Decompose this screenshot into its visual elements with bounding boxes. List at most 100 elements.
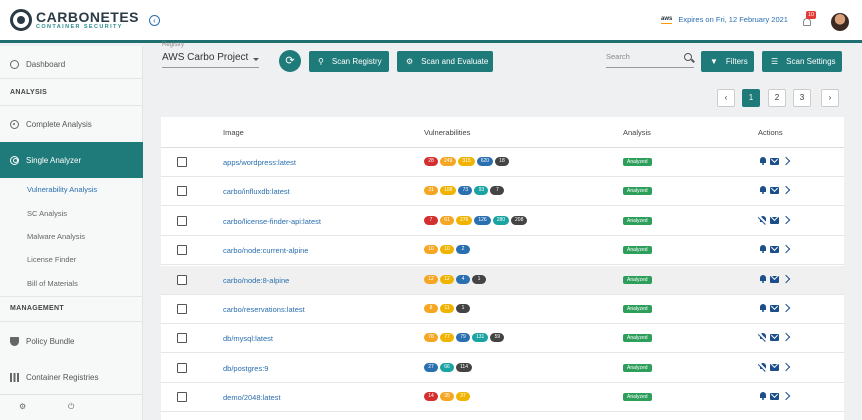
row-checkbox[interactable] xyxy=(177,362,187,373)
chevron-right-icon[interactable] xyxy=(781,391,791,401)
sidebar-item-container-registries[interactable]: Container Registries xyxy=(0,367,143,387)
mail-icon[interactable] xyxy=(770,275,779,283)
row-checkbox[interactable] xyxy=(177,274,187,285)
search-icon[interactable] xyxy=(684,53,692,61)
vulnerability-pill-high[interactable]: 78 xyxy=(424,333,438,343)
mail-icon[interactable] xyxy=(770,158,779,165)
vulnerability-pill-med[interactable]: 108 xyxy=(440,186,457,196)
vulnerability-pill-neg[interactable]: 1 xyxy=(472,274,486,284)
registry-select[interactable]: AWS Carbo Project xyxy=(162,52,259,68)
vulnerability-pill-neg[interactable]: 7 xyxy=(490,186,505,196)
sidebar-item-complete-analysis[interactable]: Complete Analysis xyxy=(0,114,143,134)
vulnerability-pill-neg[interactable]: 1 xyxy=(456,304,470,313)
vulnerability-pill-med[interactable]: 315 xyxy=(458,157,475,166)
scan-registry-button[interactable]: ⚲ Scan Registry xyxy=(309,51,389,72)
sidebar-subitem-sc-analysis[interactable]: SC Analysis xyxy=(27,209,67,218)
bell-icon[interactable] xyxy=(759,245,767,254)
row-checkbox[interactable] xyxy=(177,245,187,256)
page-next-button[interactable]: › xyxy=(821,89,839,107)
chevron-right-icon[interactable] xyxy=(781,156,791,166)
bell-off-icon[interactable] xyxy=(759,215,767,224)
vulnerability-pill-med[interactable]: 12 xyxy=(440,274,454,284)
vulnerability-pill-low[interactable]: 27 xyxy=(424,362,438,372)
table-row[interactable]: demo/2048:latest 14 35 37 Analyzed xyxy=(161,383,844,413)
mail-icon[interactable] xyxy=(770,334,779,342)
row-checkbox[interactable] xyxy=(177,157,187,167)
sidebar-item-single-analyzer[interactable]: Single Analyzer xyxy=(0,142,143,178)
bell-off-icon[interactable] xyxy=(759,333,767,341)
sidebar-subitem-license-finder[interactable]: License Finder xyxy=(27,255,76,264)
vulnerability-pill-low[interactable]: 620 xyxy=(476,157,494,166)
sidebar-item-policy-bundle[interactable]: Policy Bundle xyxy=(0,331,143,351)
bell-icon[interactable] xyxy=(759,304,767,312)
refresh-button[interactable]: ⟳ xyxy=(279,50,301,72)
bell-icon[interactable] xyxy=(759,392,767,401)
bell-icon[interactable] xyxy=(759,186,767,195)
vulnerability-pill-info[interactable]: 280 xyxy=(492,215,510,225)
vulnerability-pill-med[interactable]: 77 xyxy=(440,333,454,343)
chevron-right-icon[interactable] xyxy=(781,303,791,313)
page-button-2[interactable]: 2 xyxy=(768,89,786,107)
image-link[interactable]: demo/2048:latest xyxy=(223,393,281,402)
vulnerability-pill-neg[interactable]: 208 xyxy=(511,215,528,225)
chevron-right-icon[interactable] xyxy=(781,244,791,254)
vulnerability-pill-crit[interactable]: 7 xyxy=(424,215,438,225)
table-row[interactable]: db/mysql:latest 78 77 79 131 59 Analyzed xyxy=(161,324,844,354)
vulnerability-pill-high[interactable]: 10 xyxy=(424,245,438,255)
image-link[interactable]: carbo/node:8-alpine xyxy=(223,276,289,285)
vulnerability-pill-low[interactable]: 126 xyxy=(474,215,491,225)
bell-off-icon[interactable] xyxy=(759,362,767,371)
chevron-right-icon[interactable] xyxy=(781,274,791,283)
table-row[interactable]: carbo/reservations:latest 8 11 1 Analyzed xyxy=(161,295,844,324)
vulnerability-pill-med[interactable]: 11 xyxy=(440,304,454,313)
vulnerability-pill-high[interactable]: 31 xyxy=(424,186,438,196)
collapse-sidebar-button[interactable]: ‹ xyxy=(149,15,160,26)
row-checkbox[interactable] xyxy=(177,304,187,314)
page-button-1[interactable]: 1 xyxy=(742,89,760,107)
vulnerability-pill-med[interactable]: 276 xyxy=(456,215,473,225)
vulnerability-pill-med[interactable]: 10 xyxy=(440,245,454,255)
vulnerability-pill-high[interactable]: 61 xyxy=(440,215,454,225)
sidebar-item-dashboard[interactable]: Dashboard xyxy=(0,54,143,74)
page-button-3[interactable]: 3 xyxy=(793,89,811,107)
scan-and-evaluate-button[interactable]: ⚙ Scan and Evaluate xyxy=(397,51,493,72)
mail-icon[interactable] xyxy=(770,305,779,312)
vulnerability-pill-neg[interactable]: 114 xyxy=(456,362,472,372)
vulnerability-pill-med[interactable]: 37 xyxy=(456,392,470,402)
table-row[interactable]: carbo/node:8-alpine 12 12 4 1 Analyzed xyxy=(161,265,844,295)
vulnerability-pill-low[interactable]: 4 xyxy=(456,274,470,284)
vulnerability-pill-high[interactable]: 8 xyxy=(424,304,438,313)
vulnerability-pill-info[interactable]: 66 xyxy=(440,362,454,372)
power-icon[interactable]: ⏻ xyxy=(68,403,76,411)
vulnerability-pill-crit[interactable]: 14 xyxy=(424,392,438,402)
settings-icon[interactable]: ⚙ xyxy=(19,403,27,411)
image-link[interactable]: carbo/node:current-alpine xyxy=(223,246,308,255)
row-checkbox[interactable] xyxy=(177,186,187,197)
carbonetes-logo[interactable]: CARBONETES CONTAINER SECURITY xyxy=(10,9,139,31)
row-checkbox[interactable] xyxy=(177,333,187,344)
search-input[interactable] xyxy=(606,52,676,61)
sidebar-subitem-bill-of-materials[interactable]: Bill of Materials xyxy=(27,279,78,288)
sidebar-subitem-malware-analysis[interactable]: Malware Analysis xyxy=(27,232,85,241)
table-row[interactable]: apps/wordpress:latest 28 249 315 620 18 Analyz… xyxy=(161,148,844,177)
mail-icon[interactable] xyxy=(770,246,779,254)
vulnerability-pill-info[interactable]: 131 xyxy=(472,333,489,343)
mail-icon[interactable] xyxy=(770,216,779,224)
image-link[interactable]: db/postgres:9 xyxy=(223,364,268,373)
chevron-right-icon[interactable] xyxy=(781,333,791,342)
mail-icon[interactable] xyxy=(770,187,779,195)
mail-icon[interactable] xyxy=(770,363,779,371)
image-link[interactable]: carbo/license-finder-api:latest xyxy=(223,217,321,226)
vulnerability-pill-high[interactable]: 12 xyxy=(424,274,438,284)
image-link[interactable]: db/mysql:latest xyxy=(223,334,273,343)
bell-icon[interactable] xyxy=(759,157,767,165)
scan-settings-button[interactable]: ☰ Scan Settings xyxy=(762,51,842,72)
table-row[interactable]: carbo/license-finder-api:latest 7 61 276 126… xyxy=(161,207,844,236)
table-row[interactable]: carbo/node:current-alpine 10 10 2 Analyzed xyxy=(161,236,844,266)
vulnerability-pill-low[interactable]: 73 xyxy=(458,186,473,196)
row-checkbox[interactable] xyxy=(177,215,187,226)
vulnerability-pill-high[interactable]: 249 xyxy=(440,157,457,166)
user-avatar[interactable] xyxy=(831,13,849,31)
table-row[interactable]: db/postgres:9 27 66 114 Analyzed xyxy=(161,354,844,383)
vulnerability-pill-crit[interactable]: 28 xyxy=(424,157,438,166)
